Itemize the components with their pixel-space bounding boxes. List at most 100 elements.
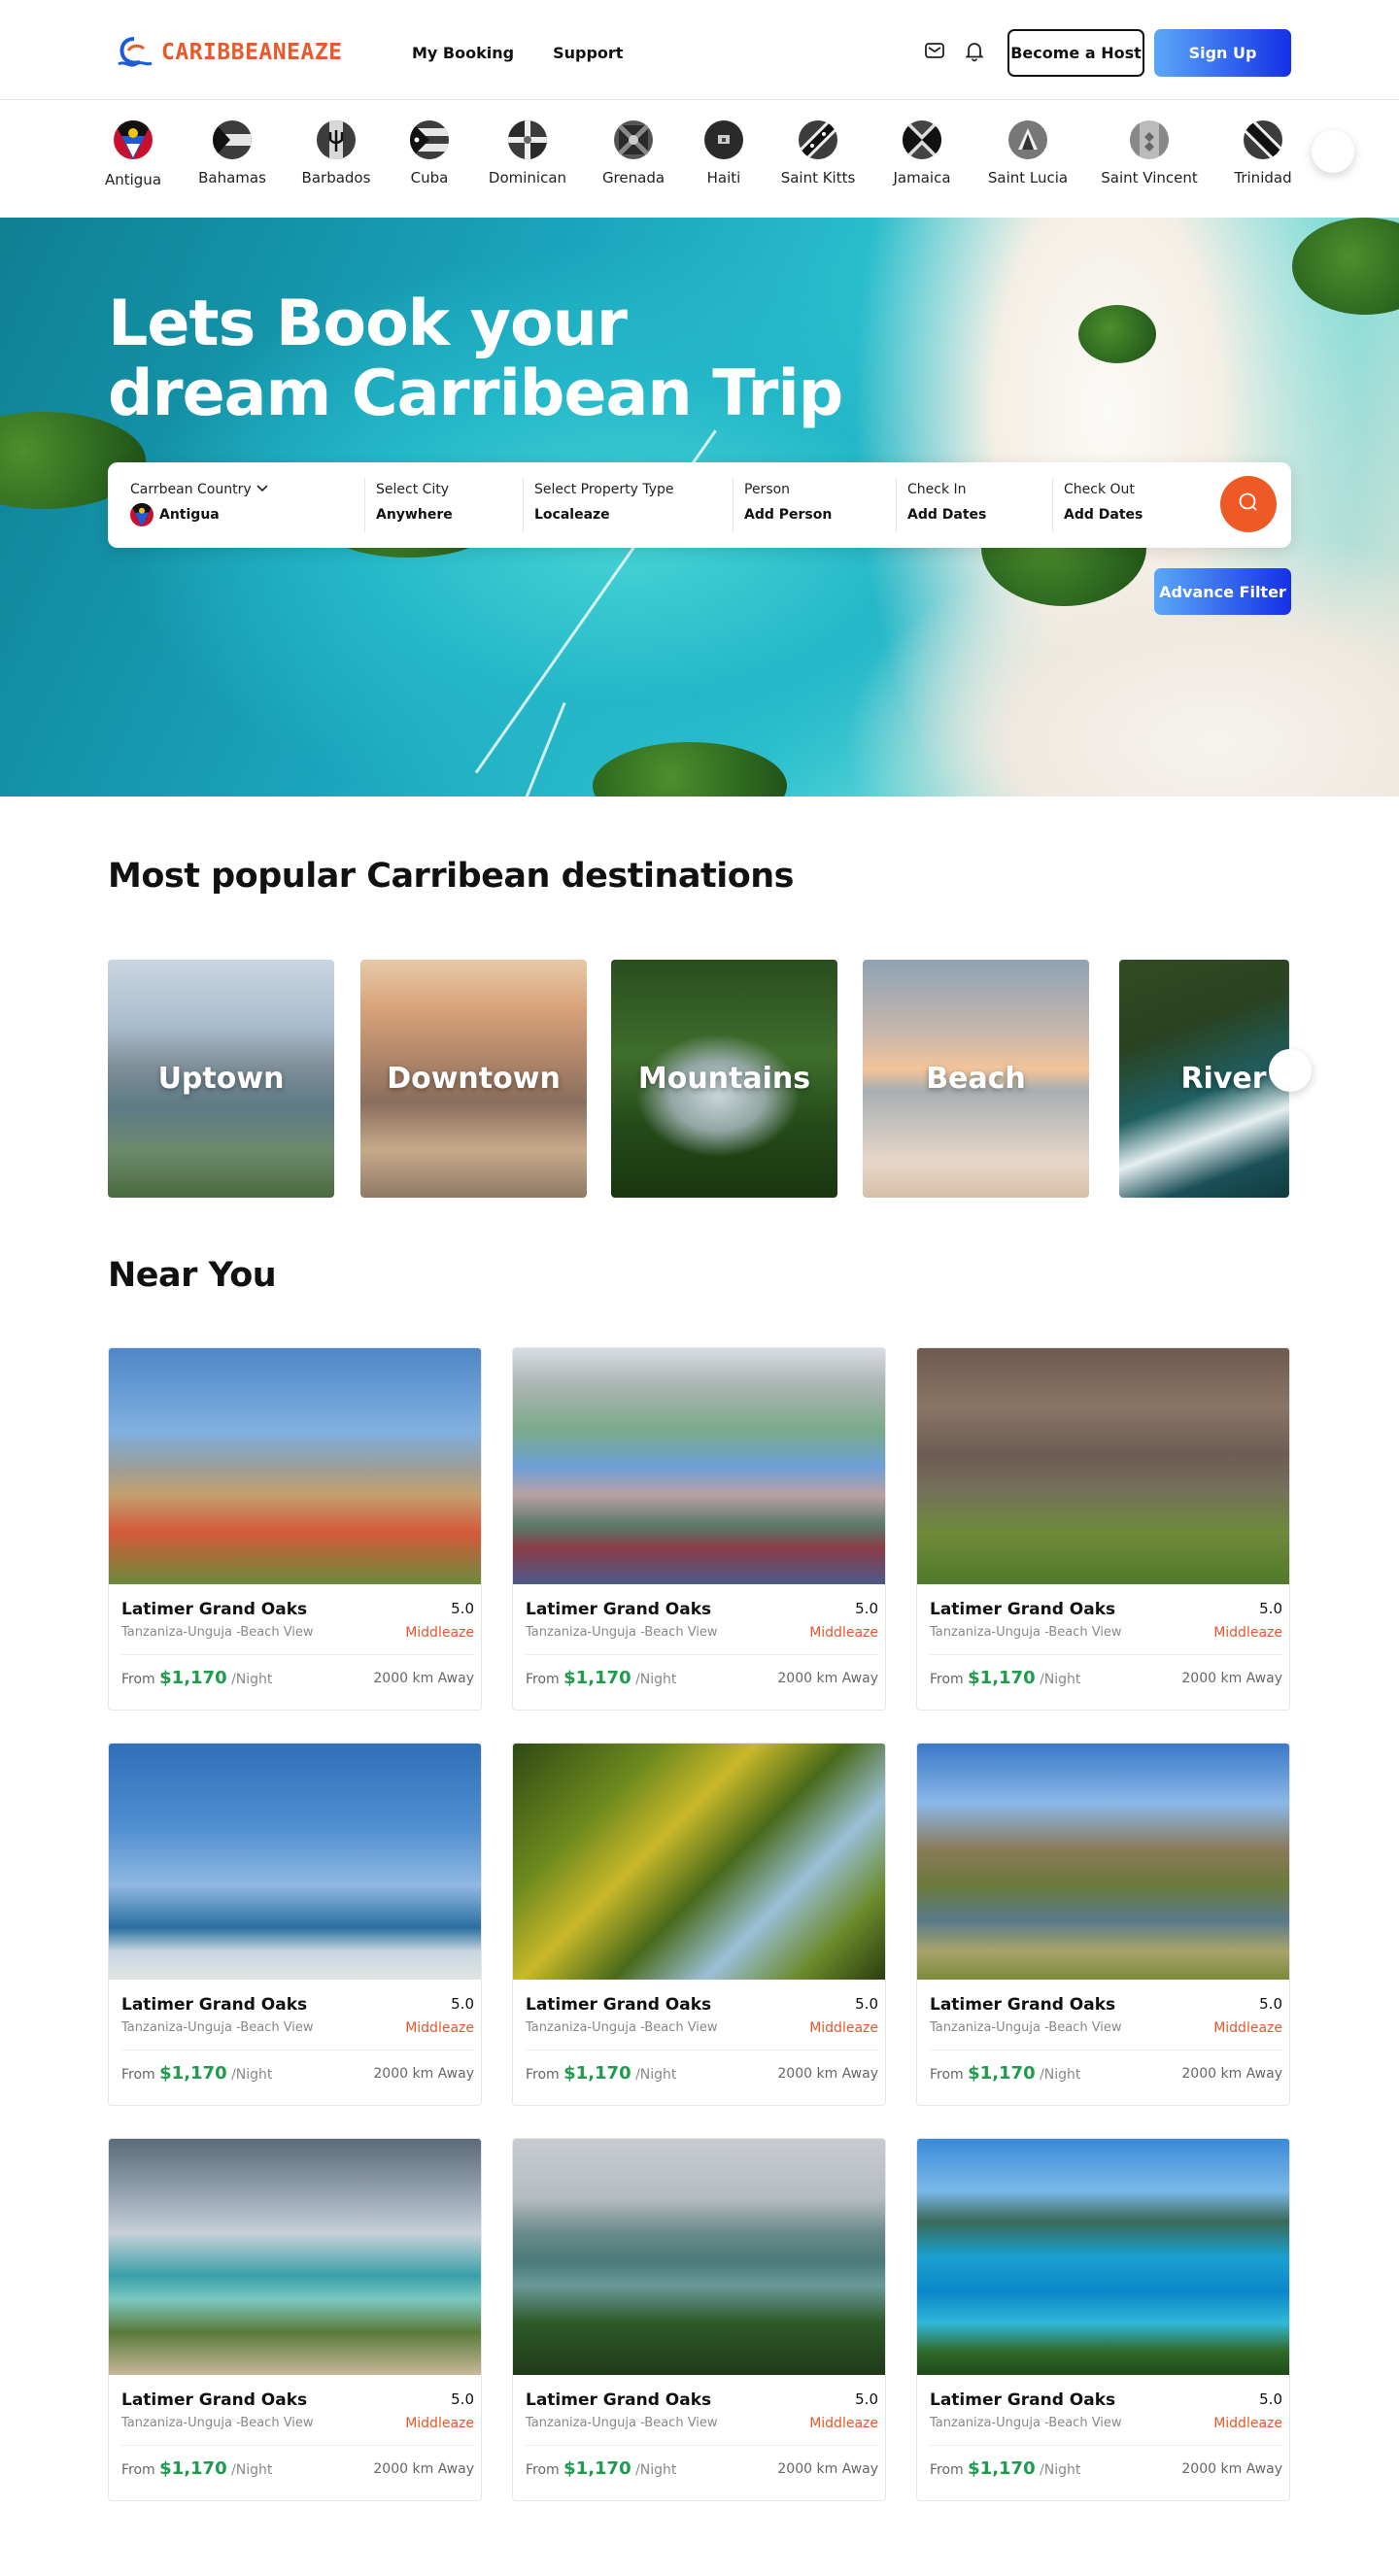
advance-filter-button[interactable]: Advance Filter [1154, 568, 1291, 615]
country-trinidad[interactable]: Trinidad [1210, 120, 1316, 186]
destination-card-uptown[interactable]: Uptown [108, 960, 334, 1198]
listing-location: Tanzaniza-Unguja -Beach View [930, 1625, 1122, 1640]
divider [364, 478, 365, 532]
top-header: CARIBBEANEAZE My Booking Support Become … [0, 0, 1399, 100]
search-icon [1237, 491, 1260, 518]
price-unit: /Night [231, 2067, 273, 2083]
country-saint-lucia[interactable]: Saint Lucia [974, 120, 1081, 186]
search-button[interactable] [1220, 476, 1277, 532]
listing-card[interactable]: Latimer Grand Oaks 5.0 Tanzaniza-Unguja … [916, 2138, 1290, 2501]
divider [896, 478, 897, 532]
country-name: Barbados [301, 169, 371, 186]
listing-rating: 5.0 [451, 1995, 474, 2013]
country-haiti[interactable]: Haiti [670, 120, 777, 186]
price-from: From [930, 2067, 964, 2083]
search-bar: Carrbean Country Antigua Select City Any… [108, 462, 1291, 548]
price-unit: /Night [635, 2067, 677, 2083]
popular-section-title: Most popular Carribean destinations [108, 857, 795, 896]
listing-image [109, 2139, 481, 2375]
destination-card-river[interactable]: River [1119, 960, 1289, 1198]
boat-wake [523, 701, 566, 797]
hero-island [1078, 305, 1156, 363]
become-host-button[interactable]: Become a Host [1007, 29, 1144, 77]
listing-title: Latimer Grand Oaks [121, 2390, 308, 2410]
destination-card-downtown[interactable]: Downtown [360, 960, 587, 1198]
listing-location: Tanzaniza-Unguja -Beach View [930, 2416, 1122, 2430]
country-select[interactable]: Carrbean Country Antigua [130, 482, 269, 526]
trinidad-flag-icon [1244, 120, 1282, 159]
country-scroll-next-button[interactable] [1312, 130, 1354, 173]
nav-support[interactable]: Support [553, 44, 623, 62]
listing-card[interactable]: Latimer Grand Oaks 5.0 Tanzaniza-Unguja … [916, 1347, 1290, 1711]
listing-image [917, 1744, 1289, 1980]
listing-card[interactable]: Latimer Grand Oaks 5.0 Tanzaniza-Unguja … [512, 1743, 886, 2106]
country-barbados[interactable]: Barbados [283, 120, 390, 186]
person-select[interactable]: Person Add Person [744, 482, 832, 523]
brand-name: CARIBBEANEAZE [161, 40, 343, 65]
listing-title: Latimer Grand Oaks [526, 2390, 712, 2410]
chevron-down-icon [256, 482, 269, 497]
nav-my-booking[interactable]: My Booking [412, 44, 514, 62]
check-out-select[interactable]: Check Out Add Dates [1064, 482, 1143, 523]
property-type-value: Localeaze [534, 507, 610, 523]
listing-distance: 2000 km Away [373, 2066, 474, 2082]
hero-banner: Lets Book your dream Carribean Trip Carr… [0, 218, 1399, 797]
property-type-select[interactable]: Select Property Type Localeaze [534, 482, 674, 523]
check-in-label: Check In [907, 482, 967, 497]
listing-card[interactable]: Latimer Grand Oaks 5.0 Tanzaniza-Unguja … [108, 2138, 482, 2501]
destination-card-beach[interactable]: Beach [863, 960, 1089, 1198]
destination-card-mountains[interactable]: Mountains [611, 960, 837, 1198]
listing-card[interactable]: Latimer Grand Oaks 5.0 Tanzaniza-Unguja … [108, 1347, 482, 1711]
country-name: Dominican [488, 169, 567, 186]
listing-price: $1,170 [968, 2458, 1036, 2479]
destination-scroll-next-button[interactable] [1269, 1049, 1312, 1092]
country-saint-vincent[interactable]: Saint Vincent [1096, 120, 1203, 186]
listing-distance: 2000 km Away [777, 2461, 878, 2477]
divider [526, 1654, 878, 1655]
divider [1052, 478, 1053, 532]
country-saint-kitts[interactable]: Saint Kitts [765, 120, 871, 186]
divider [733, 478, 734, 532]
city-select[interactable]: Select City Anywhere [376, 482, 453, 523]
listing-rating: 5.0 [451, 1600, 474, 1617]
listing-price: $1,170 [968, 1668, 1036, 1688]
listing-location: Tanzaniza-Unguja -Beach View [526, 2416, 718, 2430]
brand-logo[interactable]: CARIBBEANEAZE [115, 35, 343, 70]
listing-rating: 5.0 [1259, 1600, 1282, 1617]
price-unit: /Night [231, 1672, 273, 1687]
country-name: Saint Vincent [1101, 169, 1198, 186]
price-from: From [930, 1672, 964, 1687]
mail-icon[interactable] [923, 39, 946, 62]
person-label: Person [744, 482, 791, 497]
listing-image [917, 1348, 1289, 1584]
listing-tag: Middleaze [809, 2020, 878, 2036]
listing-card[interactable]: Latimer Grand Oaks 5.0 Tanzaniza-Unguja … [916, 1743, 1290, 2106]
sign-up-button[interactable]: Sign Up [1154, 29, 1291, 77]
listing-title: Latimer Grand Oaks [121, 1600, 308, 1619]
country-name: Saint Kitts [780, 169, 856, 186]
country-antigua[interactable]: Antigua [80, 120, 187, 188]
listing-card[interactable]: Latimer Grand Oaks 5.0 Tanzaniza-Unguja … [108, 1743, 482, 2106]
divider [526, 2445, 878, 2446]
saint-vincent-flag-icon [1130, 120, 1169, 159]
cuba-flag-icon [410, 120, 449, 159]
bell-icon[interactable] [963, 39, 986, 62]
listing-image [917, 2139, 1289, 2375]
divider [121, 1654, 474, 1655]
country-name: Bahamas [198, 169, 266, 186]
listing-rating: 5.0 [855, 2390, 878, 2408]
listing-card[interactable]: Latimer Grand Oaks 5.0 Tanzaniza-Unguja … [512, 2138, 886, 2501]
listing-distance: 2000 km Away [1181, 1671, 1282, 1686]
listing-location: Tanzaniza-Unguja -Beach View [526, 1625, 718, 1640]
country-dominican[interactable]: Dominican [474, 120, 581, 186]
destination-label: Downtown [387, 1062, 561, 1096]
listing-rating: 5.0 [855, 1600, 878, 1617]
divider [121, 2050, 474, 2051]
check-in-select[interactable]: Check In Add Dates [907, 482, 986, 523]
listing-rating: 5.0 [1259, 2390, 1282, 2408]
country-cuba[interactable]: Cuba [376, 120, 483, 186]
listing-title: Latimer Grand Oaks [526, 1995, 712, 2015]
listing-card[interactable]: Latimer Grand Oaks 5.0 Tanzaniza-Unguja … [512, 1347, 886, 1711]
country-bahamas[interactable]: Bahamas [179, 120, 286, 186]
country-jamaica[interactable]: Jamaica [869, 120, 975, 186]
